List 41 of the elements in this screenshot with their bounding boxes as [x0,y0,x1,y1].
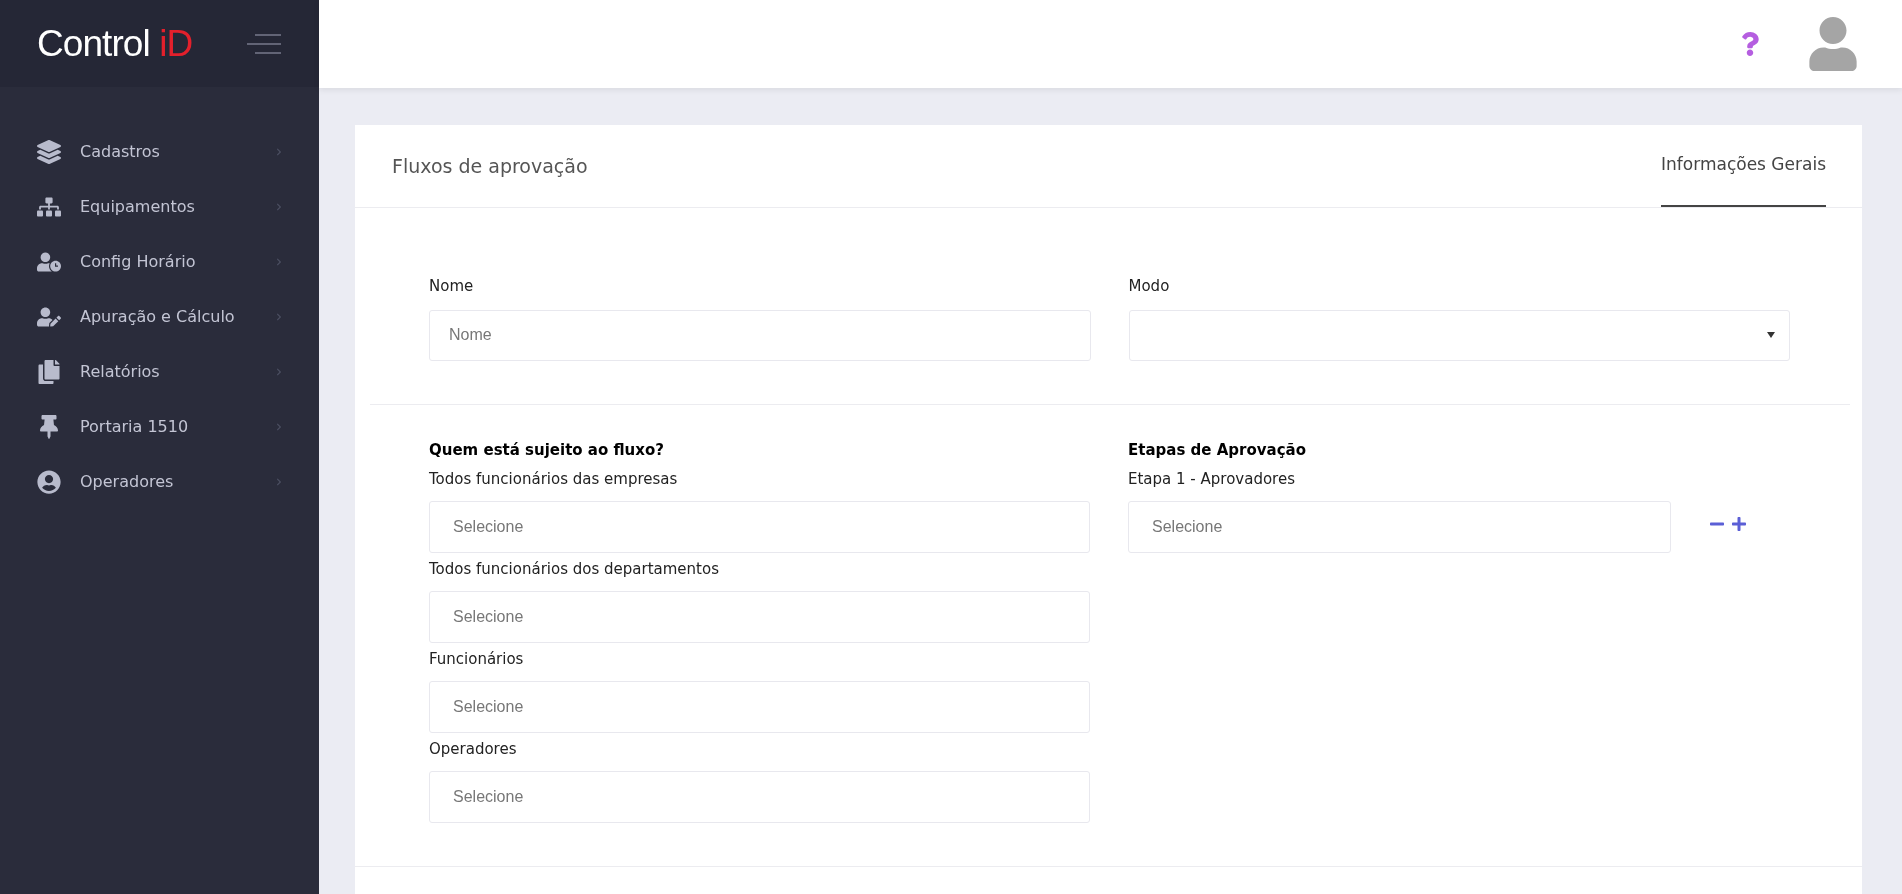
select-field[interactable]: Selecione [429,681,1090,733]
select-field[interactable]: Selecione [429,501,1090,553]
select-field[interactable]: Selecione [429,591,1090,643]
field-label: Etapa 1 - Aprovadores [1128,469,1295,489]
plus-icon[interactable] [1731,516,1747,532]
layers-icon [37,139,61,164]
documents-icon [37,359,61,384]
pin-icon [37,414,61,439]
sidebar-item[interactable]: Config Horário [0,234,319,289]
select-field[interactable]: Selecione [429,771,1090,823]
name-field[interactable]: Nome [429,309,1091,361]
field-label: Funcionários [429,649,524,669]
sidebar-item[interactable]: Relatórios [0,344,319,399]
chevron-icon [275,422,283,431]
chevron-icon [275,367,283,376]
tab[interactable]: Informações Gerais [1661,124,1826,207]
select-field[interactable]: Selecione [1128,501,1671,553]
field-label: Nome [429,276,474,297]
section-heading: Etapas de Aprovação [1128,439,1306,461]
field-label: Modo [1128,276,1170,297]
chevron-icon [275,257,283,266]
user-clock-icon [37,249,61,274]
sidebar-item[interactable]: Equipamentos [0,179,319,234]
sidebar-item[interactable]: Cadastros [0,124,319,179]
chevron-icon [275,202,283,211]
card-title: Fluxos de aprovação [392,153,588,179]
sitemap-icon [37,194,61,219]
caret-icon [1767,332,1775,338]
field-label: Todos funcionários das empresas [429,469,678,489]
field-label: Operadores [429,739,517,759]
chevron-icon [275,477,283,486]
sidebar-item[interactable]: Apuração e Cálculo [0,289,319,344]
chevron-icon [275,312,283,321]
chevron-icon [275,147,283,156]
menu-icon[interactable] [247,33,281,54]
sidebar-item[interactable]: Portaria 1510 [0,399,319,454]
avatar-icon[interactable] [1806,17,1860,71]
sidebar-item[interactable]: Operadores [0,454,319,509]
field-label: Todos funcionários dos departamentos [429,559,719,579]
section-heading: Quem está sujeito ao fluxo? [429,439,664,461]
user-pencil-icon [37,304,61,329]
